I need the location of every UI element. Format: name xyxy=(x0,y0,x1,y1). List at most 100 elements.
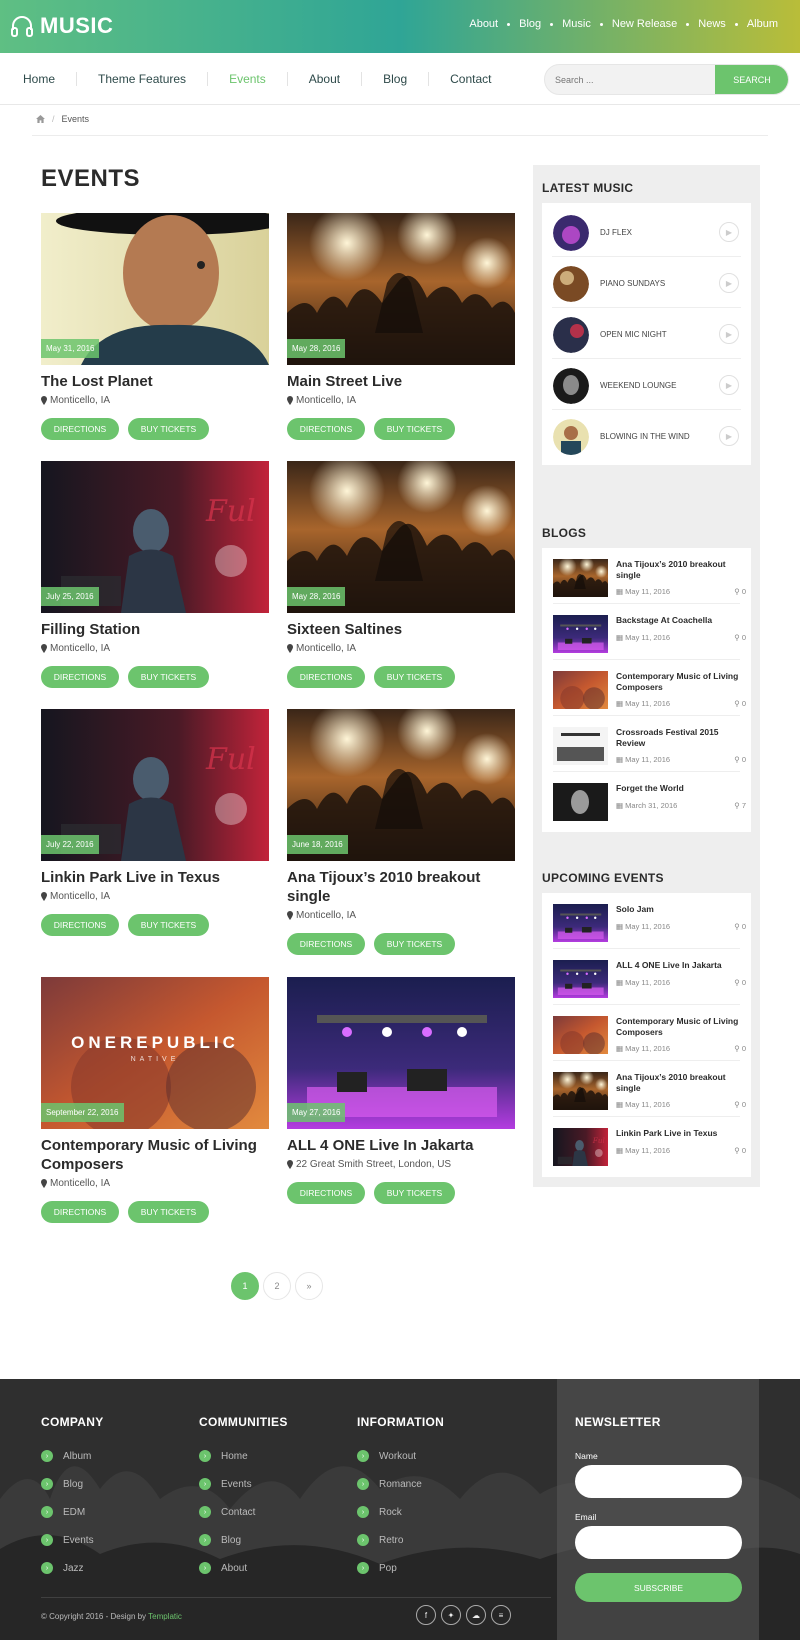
home-icon[interactable] xyxy=(36,115,45,123)
blog-title[interactable]: Crossroads Festival 2015 Review xyxy=(616,727,746,749)
event-image[interactable]: ONEREPUBLIC NATIVE September 22, 2016 xyxy=(41,977,269,1129)
blog-title[interactable]: Ana Tijoux’s 2010 breakout single xyxy=(616,559,746,581)
footer-link[interactable]: › Retro xyxy=(357,1533,444,1547)
buy-tickets-button[interactable]: BUY TICKETS xyxy=(374,666,455,688)
topnav-about[interactable]: About xyxy=(469,18,498,30)
event-title[interactable]: Main Street Live xyxy=(287,372,515,391)
buy-tickets-button[interactable]: BUY TICKETS xyxy=(128,914,209,936)
footer-link[interactable]: › Workout xyxy=(357,1449,444,1463)
play-icon[interactable]: ▶ xyxy=(719,375,739,395)
upcoming-event-title[interactable]: Contemporary Music of Living Composers xyxy=(616,1016,746,1038)
nav-about[interactable]: About xyxy=(309,72,340,86)
event-title[interactable]: The Lost Planet xyxy=(41,372,269,391)
event-title[interactable]: ALL 4 ONE Live In Jakarta xyxy=(287,1136,515,1155)
facebook-icon[interactable]: f xyxy=(416,1605,436,1625)
event-image[interactable]: July 22, 2016 xyxy=(41,709,269,861)
brand-logo[interactable]: MUSIC xyxy=(10,13,113,39)
blog-title[interactable]: Backstage At Coachella xyxy=(616,615,746,626)
directions-button[interactable]: DIRECTIONS xyxy=(41,418,119,440)
footer-link[interactable]: › Contact xyxy=(199,1505,288,1519)
footer-link[interactable]: › Events xyxy=(41,1533,104,1547)
buy-tickets-button[interactable]: BUY TICKETS xyxy=(374,933,455,955)
upcoming-event-item[interactable]: Linkin Park Live in Texus ▦ May 11, 2016… xyxy=(553,1117,746,1173)
newsletter-name-input[interactable] xyxy=(575,1465,742,1498)
page-1-button[interactable]: 1 xyxy=(231,1272,259,1300)
topnav-blog[interactable]: Blog xyxy=(519,18,541,30)
footer-link[interactable]: › Rock xyxy=(357,1505,444,1519)
footer-link[interactable]: › Blog xyxy=(41,1477,104,1491)
play-icon[interactable]: ▶ xyxy=(719,273,739,293)
event-image[interactable]: May 28, 2016 xyxy=(287,461,515,613)
music-item[interactable]: OPEN MIC NIGHT ▶ xyxy=(552,308,741,359)
event-image[interactable]: May 28, 2016 xyxy=(287,213,515,365)
blog-item[interactable]: Forget the World ▦ March 31, 2016 ⚲ 7 xyxy=(553,772,746,828)
event-image[interactable]: July 25, 2016 xyxy=(41,461,269,613)
soundcloud-icon[interactable]: ☁ xyxy=(466,1605,486,1625)
music-item[interactable]: WEEKEND LOUNGE ▶ xyxy=(552,359,741,410)
buy-tickets-button[interactable]: BUY TICKETS xyxy=(374,418,455,440)
buy-tickets-button[interactable]: BUY TICKETS xyxy=(128,1201,209,1223)
directions-button[interactable]: DIRECTIONS xyxy=(287,666,365,688)
directions-button[interactable]: DIRECTIONS xyxy=(41,914,119,936)
topnav-news[interactable]: News xyxy=(698,18,726,30)
upcoming-event-item[interactable]: Ana Tijoux’s 2010 breakout single ▦ May … xyxy=(553,1061,746,1117)
upcoming-event-title[interactable]: ALL 4 ONE Live In Jakarta xyxy=(616,960,746,971)
music-item[interactable]: BLOWING IN THE WIND ▶ xyxy=(552,410,741,461)
blog-title[interactable]: Contemporary Music of Living Composers xyxy=(616,671,746,693)
event-image[interactable]: May 31, 2016 xyxy=(41,213,269,365)
play-icon[interactable]: ▶ xyxy=(719,426,739,446)
nav-events[interactable]: Events xyxy=(229,72,266,86)
upcoming-event-item[interactable]: Solo Jam ▦ May 11, 2016 ⚲ 0 xyxy=(553,893,746,949)
event-image[interactable]: May 27, 2016 xyxy=(287,977,515,1129)
page-2-button[interactable]: 2 xyxy=(263,1272,291,1300)
buy-tickets-button[interactable]: BUY TICKETS xyxy=(128,418,209,440)
blog-item[interactable]: Ana Tijoux’s 2010 breakout single ▦ May … xyxy=(553,548,746,604)
upcoming-event-title[interactable]: Linkin Park Live in Texus xyxy=(616,1128,746,1139)
footer-link[interactable]: › EDM xyxy=(41,1505,104,1519)
spotify-icon[interactable]: ≡ xyxy=(491,1605,511,1625)
search-button[interactable]: SEARCH xyxy=(715,65,788,94)
event-title[interactable]: Contemporary Music of Living Composers xyxy=(41,1136,269,1174)
event-title[interactable]: Filling Station xyxy=(41,620,269,639)
directions-button[interactable]: DIRECTIONS xyxy=(41,666,119,688)
footer-link[interactable]: › Romance xyxy=(357,1477,444,1491)
play-icon[interactable]: ▶ xyxy=(719,324,739,344)
footer-link[interactable]: › Events xyxy=(199,1477,288,1491)
event-image[interactable]: June 18, 2016 xyxy=(287,709,515,861)
event-title[interactable]: Ana Tijoux’s 2010 breakout single xyxy=(287,868,515,906)
footer-link[interactable]: › About xyxy=(199,1561,288,1575)
blog-item[interactable]: Backstage At Coachella ▦ May 11, 2016 ⚲ 0 xyxy=(553,604,746,660)
next-page-button[interactable]: » xyxy=(295,1272,323,1300)
event-title[interactable]: Sixteen Saltines xyxy=(287,620,515,639)
directions-button[interactable]: DIRECTIONS xyxy=(287,418,365,440)
search-input[interactable] xyxy=(545,65,715,94)
nav-theme-features[interactable]: Theme Features xyxy=(98,72,186,86)
buy-tickets-button[interactable]: BUY TICKETS xyxy=(374,1182,455,1204)
twitter-icon[interactable]: ✦ xyxy=(441,1605,461,1625)
blog-item[interactable]: Crossroads Festival 2015 Review ▦ May 11… xyxy=(553,716,746,772)
newsletter-email-input[interactable] xyxy=(575,1526,742,1559)
nav-contact[interactable]: Contact xyxy=(450,72,491,86)
directions-button[interactable]: DIRECTIONS xyxy=(41,1201,119,1223)
upcoming-event-title[interactable]: Ana Tijoux’s 2010 breakout single xyxy=(616,1072,746,1094)
directions-button[interactable]: DIRECTIONS xyxy=(287,933,365,955)
footer-link[interactable]: › Blog xyxy=(199,1533,288,1547)
blog-title[interactable]: Forget the World xyxy=(616,783,746,794)
music-item[interactable]: DJ FLEX ▶ xyxy=(552,206,741,257)
topnav-music[interactable]: Music xyxy=(562,18,591,30)
nav-home[interactable]: Home xyxy=(23,72,55,86)
footer-link[interactable]: › Home xyxy=(199,1449,288,1463)
buy-tickets-button[interactable]: BUY TICKETS xyxy=(128,666,209,688)
play-icon[interactable]: ▶ xyxy=(719,222,739,242)
footer-link[interactable]: › Pop xyxy=(357,1561,444,1575)
directions-button[interactable]: DIRECTIONS xyxy=(287,1182,365,1204)
upcoming-event-item[interactable]: Contemporary Music of Living Composers ▦… xyxy=(553,1005,746,1061)
event-title[interactable]: Linkin Park Live in Texus xyxy=(41,868,269,887)
music-item[interactable]: PIANO SUNDAYS ▶ xyxy=(552,257,741,308)
upcoming-event-title[interactable]: Solo Jam xyxy=(616,904,746,915)
footer-link[interactable]: › Album xyxy=(41,1449,104,1463)
topnav-album[interactable]: Album xyxy=(747,18,778,30)
designer-link[interactable]: Templatic xyxy=(148,1612,182,1621)
footer-link[interactable]: › Jazz xyxy=(41,1561,104,1575)
blog-item[interactable]: Contemporary Music of Living Composers ▦… xyxy=(553,660,746,716)
